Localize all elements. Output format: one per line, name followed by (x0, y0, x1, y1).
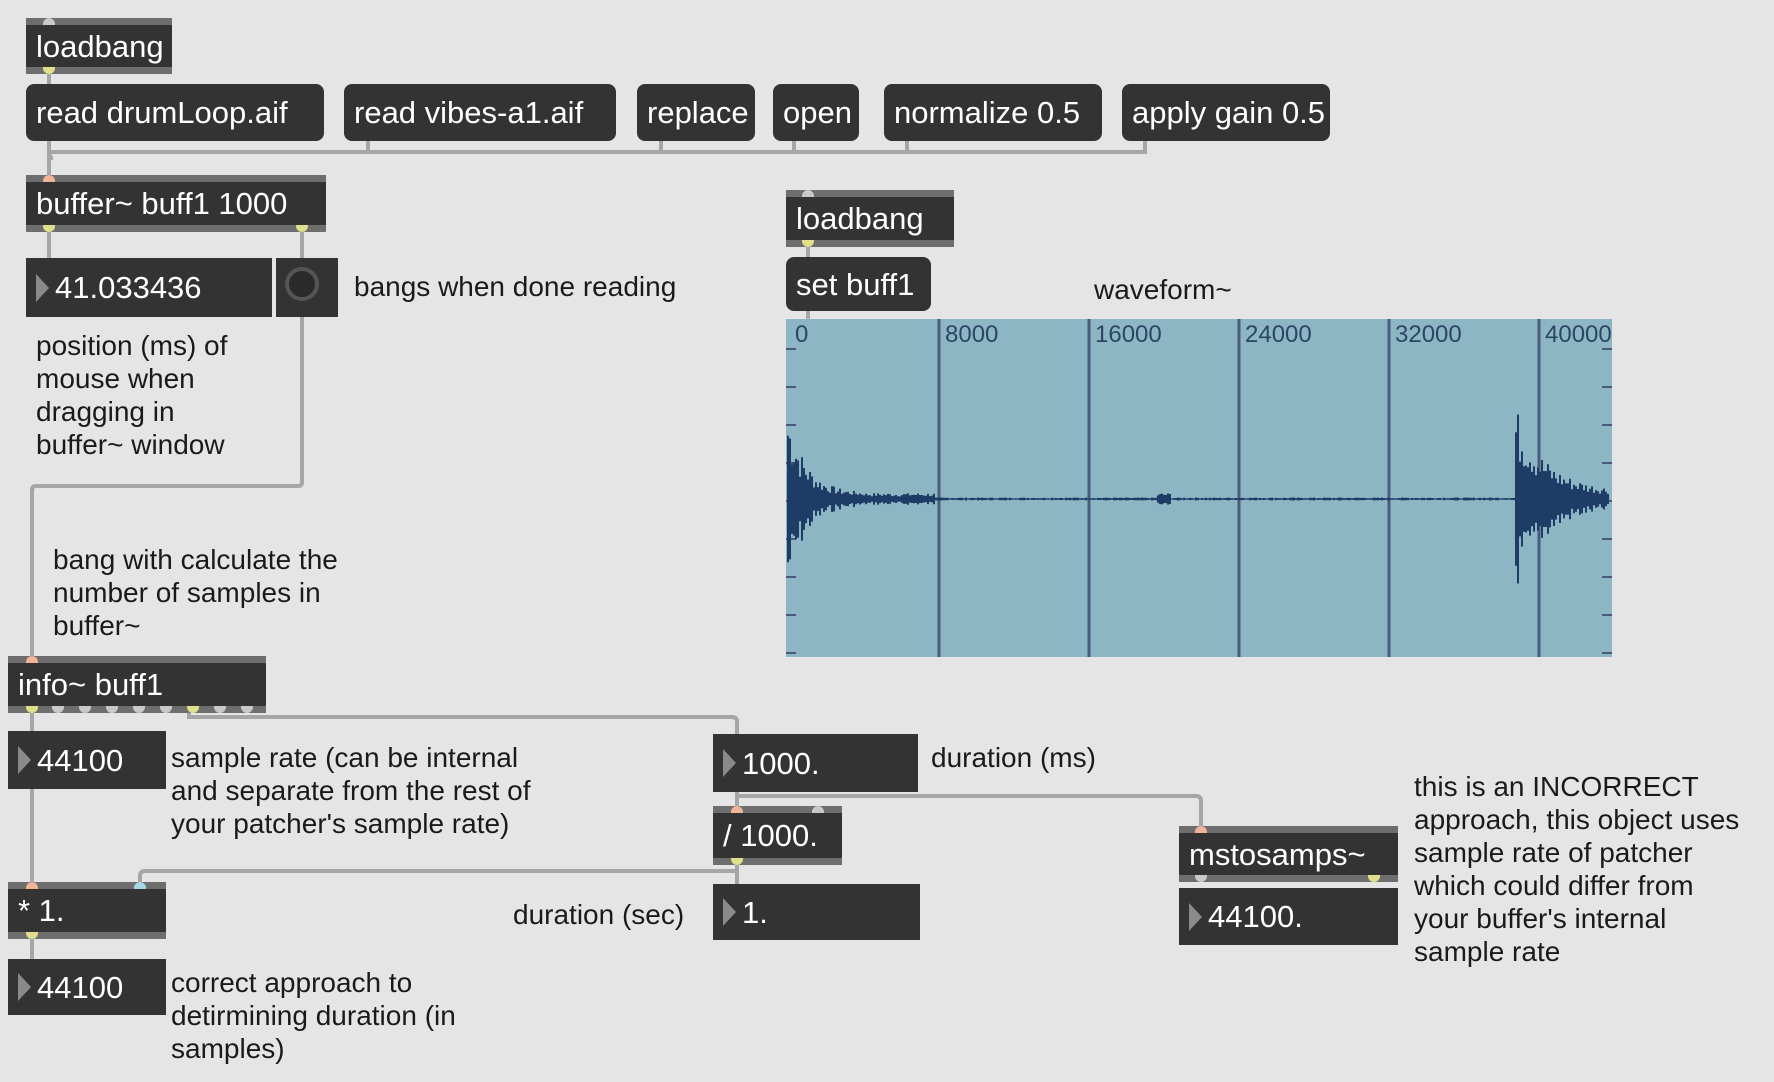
inlet-port[interactable] (812, 806, 824, 813)
message-label: set buff1 (796, 266, 915, 302)
mstosamps-number-box[interactable]: 44100. (1179, 888, 1398, 945)
mstosamps-label: mstosamps~ (1189, 836, 1366, 872)
info-label: info~ buff1 (18, 667, 164, 702)
inlet-port[interactable] (43, 18, 55, 25)
loadbang-label: loadbang (796, 201, 924, 236)
message-label: normalize 0.5 (894, 95, 1081, 130)
replace-message[interactable]: replace (637, 84, 755, 141)
number-triangle-icon (18, 973, 31, 1001)
waveform-ruler-label: 24000 (1245, 321, 1312, 348)
bang-button[interactable] (276, 258, 338, 317)
number-value: 41.033436 (55, 270, 202, 305)
number-value: 1000. (742, 745, 820, 781)
loadbang-label: loadbang (36, 28, 164, 64)
waveform-label-comment: waveform~ (1094, 274, 1232, 305)
waveform-ruler-label: 32000 (1395, 321, 1462, 348)
read-vibes-message[interactable]: read vibes-a1.aif (344, 84, 616, 141)
waveform-ruler-label: 8000 (945, 321, 998, 348)
inlet-port[interactable] (43, 175, 55, 182)
loadbang-waveform-object[interactable]: loadbang (786, 190, 954, 247)
message-label: replace (647, 95, 749, 130)
multiply-object[interactable]: * 1. (8, 882, 166, 939)
buffer-object[interactable]: buffer~ buff1 1000 (26, 175, 326, 232)
bang-calc-comment: bang with calculate the number of sample… (53, 544, 338, 641)
number-triangle-icon (36, 273, 49, 302)
duration-ms-number-box[interactable]: 1000. (713, 734, 918, 792)
waveform-ruler-label: 16000 (1095, 321, 1162, 348)
bangs-done-comment: bangs when done reading (354, 271, 677, 302)
duration-sec-comment: duration (sec) (513, 899, 685, 930)
result-number-box[interactable]: 44100 (8, 959, 166, 1015)
normalize-message[interactable]: normalize 0.5 (884, 84, 1102, 141)
number-value: 1. (742, 894, 768, 930)
open-message[interactable]: open (773, 84, 859, 141)
number-triangle-icon (1189, 902, 1202, 931)
duration-ms-comment: duration (ms) (931, 742, 1096, 773)
waveform-background (786, 319, 1612, 657)
apply-gain-message[interactable]: apply gain 0.5 (1122, 84, 1330, 141)
divide-label: / 1000. (723, 818, 818, 853)
number-triangle-icon (723, 898, 736, 926)
loadbang-object[interactable]: loadbang (26, 18, 172, 74)
set-buff1-message[interactable]: set buff1 (786, 257, 931, 311)
number-triangle-icon (723, 749, 736, 777)
waveform-display[interactable]: 0 8000 16000 24000 32000 40000 (786, 319, 1612, 657)
message-label: read vibes-a1.aif (354, 95, 584, 130)
duration-sec-number-box[interactable]: 1. (713, 884, 920, 940)
inlet-port[interactable] (731, 806, 743, 813)
incorrect-approach-comment: this is an INCORRECT approach, this obje… (1414, 771, 1740, 967)
position-number-box[interactable]: 41.033436 (26, 258, 272, 317)
multiply-label: * 1. (18, 893, 65, 928)
position-comment: position (ms) of mouse when dragging in … (36, 330, 228, 460)
number-value: 44100 (37, 742, 124, 778)
waveform-ruler-label: 40000 (1545, 321, 1612, 348)
sample-rate-number-box[interactable]: 44100 (8, 731, 166, 789)
sample-rate-comment: sample rate (can be internal and separat… (171, 742, 531, 839)
read-drumloop-message[interactable]: read drumLoop.aif (26, 84, 324, 141)
correct-approach-comment: correct approach to detirmining duration… (171, 967, 456, 1064)
inlet-port[interactable] (26, 882, 38, 889)
number-value: 44100 (37, 969, 124, 1005)
number-value: 44100. (1208, 899, 1303, 934)
inlet-port[interactable] (134, 882, 146, 889)
max-patcher: loadbang read drumLoop.aif read vibes-a1… (0, 0, 1774, 1082)
mstosamps-object[interactable]: mstosamps~ (1179, 826, 1398, 882)
message-label: read drumLoop.aif (36, 95, 288, 130)
message-label: open (783, 95, 852, 130)
inlet-port[interactable] (26, 656, 38, 663)
bang-circle-icon (285, 267, 319, 301)
info-object[interactable]: info~ buff1 (8, 656, 266, 713)
divide-object[interactable]: / 1000. (713, 806, 842, 865)
number-triangle-icon (18, 746, 31, 774)
waveform-ruler-label: 0 (795, 321, 808, 348)
inlet-port[interactable] (1195, 826, 1207, 833)
inlet-port[interactable] (802, 190, 814, 197)
message-label: apply gain 0.5 (1132, 95, 1326, 130)
buffer-label: buffer~ buff1 1000 (36, 186, 288, 221)
